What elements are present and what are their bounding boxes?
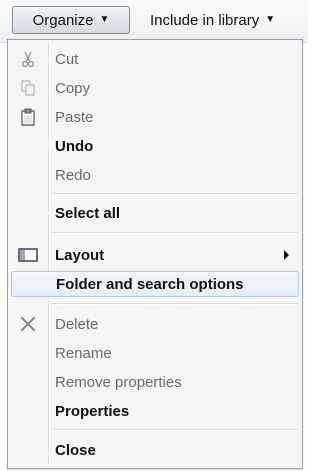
include-in-library-button[interactable]: Include in library ▼	[140, 6, 306, 34]
menu-item-label: Cut	[55, 50, 79, 68]
menu-item-close[interactable]: Close	[11, 437, 299, 463]
menu-item-label: Redo	[55, 166, 91, 184]
menu-item-properties[interactable]: Properties	[11, 398, 299, 424]
menu-item-copy[interactable]: Copy	[11, 75, 299, 101]
organize-label: Organize	[32, 11, 94, 29]
menu-item-label: Rename	[55, 344, 112, 362]
menu-item-label: Select all	[55, 204, 121, 222]
chevron-down-icon: ▼	[265, 14, 276, 25]
menu-item-rename[interactable]: Rename	[11, 340, 299, 366]
submenu-arrow-icon	[284, 250, 289, 260]
menu-item-redo[interactable]: Redo	[11, 162, 299, 188]
delete-x-icon	[11, 311, 45, 337]
menu-item-label: Delete	[55, 315, 99, 333]
menu-separator	[52, 232, 298, 234]
menu-item-label: Folder and search options	[56, 275, 244, 293]
scissors-icon	[11, 46, 45, 72]
organize-button[interactable]: Organize ▼	[12, 6, 130, 34]
menu-item-delete[interactable]: Delete	[11, 311, 299, 337]
menu-item-cut[interactable]: Cut	[11, 46, 299, 72]
menu-separator	[52, 303, 298, 305]
clipboard-icon	[11, 104, 45, 130]
menu-item-undo[interactable]: Undo	[11, 133, 299, 159]
menu-item-label: Copy	[55, 79, 91, 97]
menu-item-label: Paste	[55, 108, 94, 126]
copy-icon	[11, 75, 45, 101]
layout-pane-icon	[11, 242, 45, 268]
menu-item-label: Remove properties	[55, 373, 182, 391]
menu-item-remove-properties[interactable]: Remove properties	[11, 369, 299, 395]
menu-item-select-all[interactable]: Select all	[11, 200, 299, 226]
toolbar: Organize ▼ Include in library ▼	[0, 0, 308, 43]
menu-item-label: Close	[55, 441, 96, 459]
menu-item-label: Undo	[55, 137, 94, 155]
menu-separator	[52, 193, 298, 195]
menu-item-label: Layout	[55, 246, 105, 264]
chevron-down-icon: ▼	[99, 14, 110, 25]
menu-separator	[52, 429, 298, 431]
menu-item-paste[interactable]: Paste	[11, 104, 299, 130]
menu-item-label: Properties	[55, 402, 130, 420]
menu-item-layout[interactable]: Layout	[11, 242, 299, 268]
organize-menu: Cut Copy Paste Undo Redo Select all Layo…	[7, 39, 303, 469]
include-in-library-label: Include in library	[150, 11, 260, 29]
menu-item-folder-and-search-options[interactable]: Folder and search options	[11, 271, 299, 297]
